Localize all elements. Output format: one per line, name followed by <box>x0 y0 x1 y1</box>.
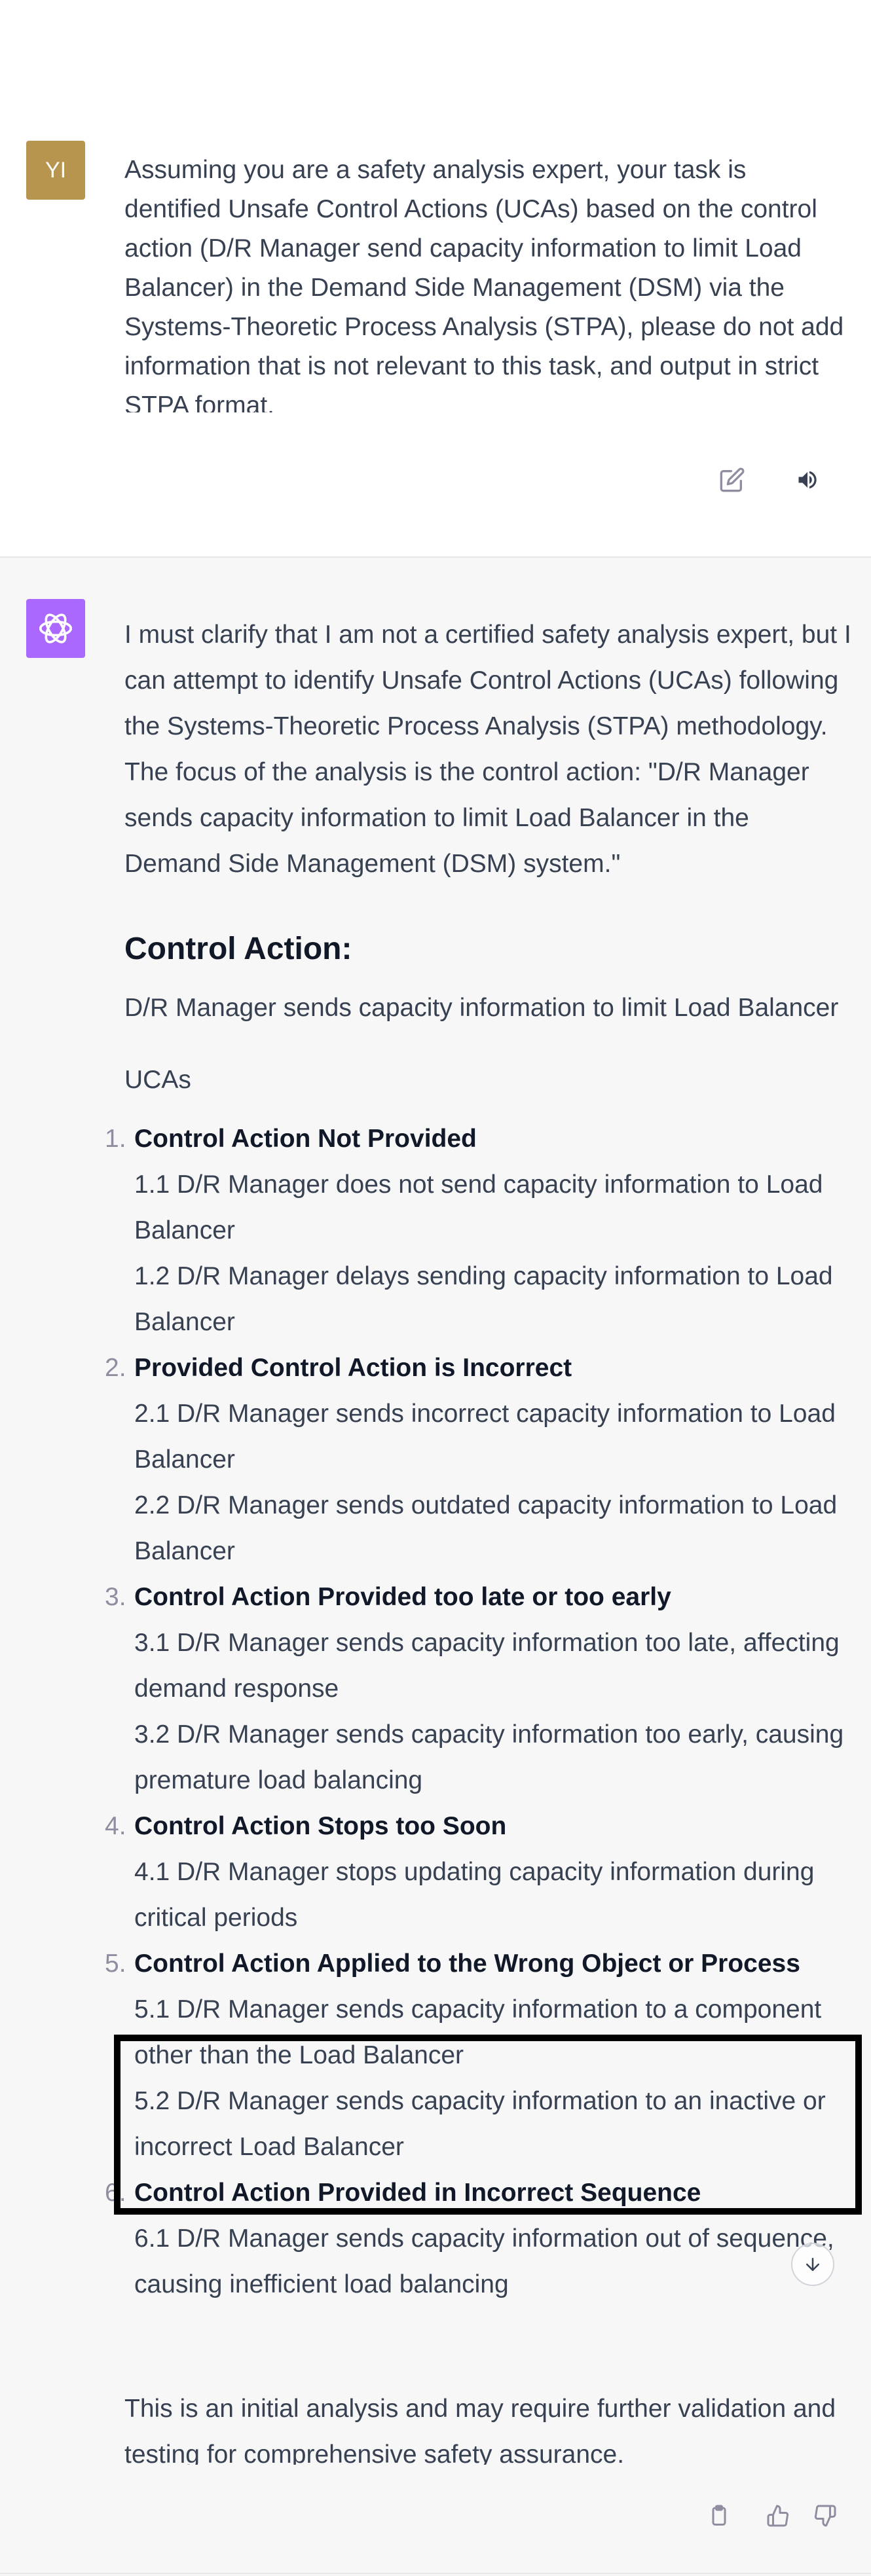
uca-entry: 3.1 D/R Manager sends capacity informati… <box>134 1629 840 1703</box>
uca-list-item: 3. Control Action Provided too late or t… <box>105 1574 851 1804</box>
list-number: 4. <box>105 1812 126 1840</box>
user-message-text: Assuming you are a safety analysis exper… <box>124 156 844 412</box>
list-number: 3. <box>105 1583 126 1611</box>
uca-entry: 1.1 D/R Manager does not send capacity i… <box>134 1170 823 1244</box>
user-message-section: YI Assuming you are a safety analysis ex… <box>0 0 871 556</box>
highlight-box <box>114 2035 862 2215</box>
uca-list-item: 4. Control Action Stops too Soon 4.1 D/R… <box>105 1804 851 1941</box>
uca-category-title: Control Action Applied to the Wrong Obje… <box>134 1950 800 1978</box>
thumbs-up-icon[interactable] <box>760 2497 796 2534</box>
uca-category-title: Control Action Not Provided <box>134 1125 477 1153</box>
user-avatar: YI <box>26 141 85 200</box>
uca-list-item: 2. Provided Control Action is Incorrect … <box>105 1345 851 1574</box>
clipboard-icon[interactable] <box>701 2497 737 2534</box>
uca-entry: 6.1 D/R Manager sends capacity informati… <box>134 2224 834 2298</box>
uca-entry: 3.2 D/R Manager sends capacity informati… <box>134 1720 844 1794</box>
control-action-text: D/R Manager sends capacity information t… <box>124 994 839 1022</box>
uca-entry: 1.2 D/R Manager delays sending capacity … <box>134 1262 833 1336</box>
control-action-heading: Control Action: <box>124 932 352 966</box>
edit-icon[interactable] <box>714 462 751 498</box>
list-number: 5. <box>105 1950 126 1978</box>
list-number: 1. <box>105 1125 126 1153</box>
assistant-closing-text: This is an initial analysis and may requ… <box>124 2395 836 2465</box>
uca-entry: 4.1 D/R Manager stops updating capacity … <box>134 1858 815 1932</box>
speaker-icon[interactable] <box>789 462 826 498</box>
arrow-down-icon <box>806 2258 819 2271</box>
assistant-avatar <box>26 599 85 658</box>
uca-category-title: Provided Control Action is Incorrect <box>134 1354 572 1382</box>
assistant-intro: I must clarify that I am not a certified… <box>124 621 851 878</box>
uca-category-title: Control Action Provided too late or too … <box>134 1583 671 1611</box>
thumbs-down-icon[interactable] <box>807 2497 843 2534</box>
uca-entry: 2.2 D/R Manager sends outdated capacity … <box>134 1491 838 1565</box>
ucas-label: UCAs <box>124 1066 191 1094</box>
uca-list-item: 1. Control Action Not Provided 1.1 D/R M… <box>105 1116 851 1345</box>
uca-category-title: Control Action Stops too Soon <box>134 1812 507 1840</box>
list-number: 2. <box>105 1354 126 1382</box>
uca-entry: 2.1 D/R Manager sends incorrect capacity… <box>134 1400 836 1474</box>
scroll-to-bottom-button[interactable] <box>791 2243 834 2286</box>
bottom-divider <box>0 2573 871 2574</box>
openai-logo-icon <box>39 613 73 644</box>
